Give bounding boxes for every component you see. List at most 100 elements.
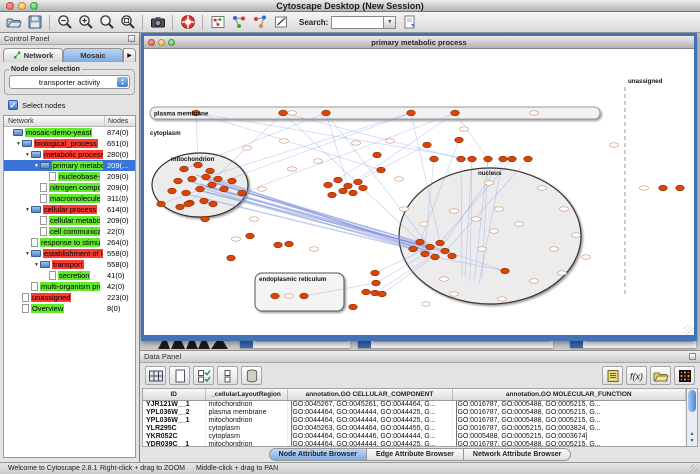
small-node[interactable] xyxy=(242,146,251,150)
table-row[interactable]: YLR295Ccytoplasm[GO:0045263, GO:0044464,… xyxy=(143,424,686,432)
tab-network-attribute-browser[interactable]: Network Attribute Browser xyxy=(464,448,571,461)
zoom-fit-button[interactable] xyxy=(96,13,117,32)
small-node[interactable] xyxy=(231,237,240,241)
network-node[interactable] xyxy=(431,254,439,260)
expand-arrow-icon[interactable]: ▼ xyxy=(33,163,40,169)
network-node[interactable] xyxy=(362,289,370,295)
float-panel-icon[interactable] xyxy=(689,353,696,360)
small-node[interactable] xyxy=(287,111,296,115)
table-row[interactable]: YPL036W__2plasma membrane[GO:0044464, GO… xyxy=(143,408,686,416)
tree-item-cell-communicat[interactable]: cell communicat22(0) xyxy=(4,226,135,237)
annotate-button[interactable] xyxy=(270,13,291,32)
small-node[interactable] xyxy=(399,207,408,211)
expand-arrow-icon[interactable]: ▼ xyxy=(24,251,31,257)
scroll-down-icon[interactable]: ▼ xyxy=(687,438,697,445)
table-row[interactable]: YKR052Ccytoplasm[GO:0044464, GO:0044446,… xyxy=(143,432,686,440)
small-node[interactable] xyxy=(529,111,538,115)
small-node[interactable] xyxy=(639,186,648,190)
save-button[interactable] xyxy=(24,13,45,32)
camera-button[interactable] xyxy=(147,13,168,32)
small-node[interactable] xyxy=(459,127,468,131)
small-node[interactable] xyxy=(419,222,428,226)
network-node[interactable] xyxy=(451,110,459,116)
network-node[interactable] xyxy=(407,110,415,116)
network-node[interactable] xyxy=(196,186,204,192)
network-window-titlebar[interactable]: primary metabolic process xyxy=(144,36,694,49)
network-canvas[interactable]: plasma membranecytoplasmmitochondrionnuc… xyxy=(144,49,694,335)
minimize-icon[interactable] xyxy=(18,2,26,10)
small-node[interactable] xyxy=(549,247,558,251)
small-node[interactable] xyxy=(439,277,448,281)
network-node[interactable] xyxy=(659,185,667,191)
expand-arrow-icon[interactable]: ▼ xyxy=(24,207,31,213)
small-node[interactable] xyxy=(279,139,288,143)
tree-item-cellular-metabo[interactable]: cellular metabo209(0) xyxy=(4,215,135,226)
tree-col-nodes[interactable]: Nodes xyxy=(104,116,128,126)
network-node[interactable] xyxy=(455,137,463,143)
network-node[interactable] xyxy=(220,186,228,192)
network-node[interactable] xyxy=(349,190,357,196)
minimize-icon[interactable] xyxy=(158,39,165,46)
search-dropdown-icon[interactable]: ▼ xyxy=(383,16,396,29)
select-squares-button[interactable] xyxy=(217,366,238,385)
network-node[interactable] xyxy=(168,188,176,194)
tree-item-nitrogen-compo[interactable]: nitrogen compo209(0) xyxy=(4,182,135,193)
small-node[interactable] xyxy=(385,139,394,143)
network-node[interactable] xyxy=(334,177,342,183)
fx-button[interactable]: f(x) xyxy=(626,366,647,385)
close-icon[interactable] xyxy=(148,39,155,46)
network-node[interactable] xyxy=(448,253,456,259)
network-node[interactable] xyxy=(430,156,438,162)
search-options-button[interactable] xyxy=(402,14,418,30)
tree-item-overview[interactable]: Overview8(0) xyxy=(4,303,135,314)
network-node[interactable] xyxy=(426,244,434,250)
network-node[interactable] xyxy=(349,304,357,310)
float-panel-icon[interactable] xyxy=(128,35,135,42)
network-node[interactable] xyxy=(377,167,385,173)
network-node[interactable] xyxy=(371,270,379,276)
open-folder-button[interactable] xyxy=(3,13,24,32)
column-header-annotation-go-molecular-function[interactable]: annotation.GO MOLECULAR_FUNCTION xyxy=(452,389,686,400)
network-node[interactable] xyxy=(322,110,330,116)
tree-item-biological-process[interactable]: ▼biological_process651(0) xyxy=(4,138,135,149)
table-grid-button[interactable] xyxy=(145,366,166,385)
expand-arrow-icon[interactable]: ▼ xyxy=(15,141,22,147)
network-node[interactable] xyxy=(246,233,254,239)
network-node[interactable] xyxy=(194,162,202,168)
table-row[interactable]: YJR121W__1mitochondrion[GO:0045267, GO:0… xyxy=(143,400,686,408)
network-node[interactable] xyxy=(157,201,165,207)
small-node[interactable] xyxy=(497,297,506,301)
small-node[interactable] xyxy=(514,222,523,226)
zoom-window-icon[interactable] xyxy=(30,2,38,10)
small-node[interactable] xyxy=(394,177,403,181)
small-node[interactable] xyxy=(449,209,458,213)
small-node[interactable] xyxy=(421,302,430,306)
network-node[interactable] xyxy=(180,166,188,172)
folder-yellow-button[interactable] xyxy=(650,366,671,385)
network-node[interactable] xyxy=(416,239,424,245)
zoom-window-icon[interactable] xyxy=(168,39,175,46)
network-node[interactable] xyxy=(209,201,217,207)
network-node[interactable] xyxy=(372,280,380,286)
node-color-dropdown[interactable]: transporter activity ▲▼ xyxy=(9,75,130,89)
network-node[interactable] xyxy=(468,156,476,162)
small-node[interactable] xyxy=(557,271,566,275)
network-node[interactable] xyxy=(202,174,210,180)
tree-item-multi-organism-pro[interactable]: multi-organism pro42(0) xyxy=(4,281,135,292)
column-header-annotation-go-cellular-component[interactable]: annotation.GO CELLULAR_COMPONENT xyxy=(287,389,452,400)
network-node[interactable] xyxy=(184,201,192,207)
tree-item-transport[interactable]: ▼transport558(0) xyxy=(4,259,135,270)
network-node[interactable] xyxy=(423,142,431,148)
network-node[interactable] xyxy=(409,246,417,252)
tree-item-response-to-stimul[interactable]: response to stimul264(0) xyxy=(4,237,135,248)
network-node[interactable] xyxy=(188,176,196,182)
new-doc-button[interactable] xyxy=(169,366,190,385)
search-input[interactable] xyxy=(331,16,383,29)
tab-edge-attribute-browser[interactable]: Edge Attribute Browser xyxy=(367,448,464,461)
network-node[interactable] xyxy=(339,188,347,194)
window-resize-grip[interactable] xyxy=(690,464,699,473)
network-node[interactable] xyxy=(436,240,444,246)
network-node[interactable] xyxy=(300,293,308,299)
scrollbar-thumb[interactable] xyxy=(688,390,696,412)
network-node[interactable] xyxy=(373,152,381,158)
